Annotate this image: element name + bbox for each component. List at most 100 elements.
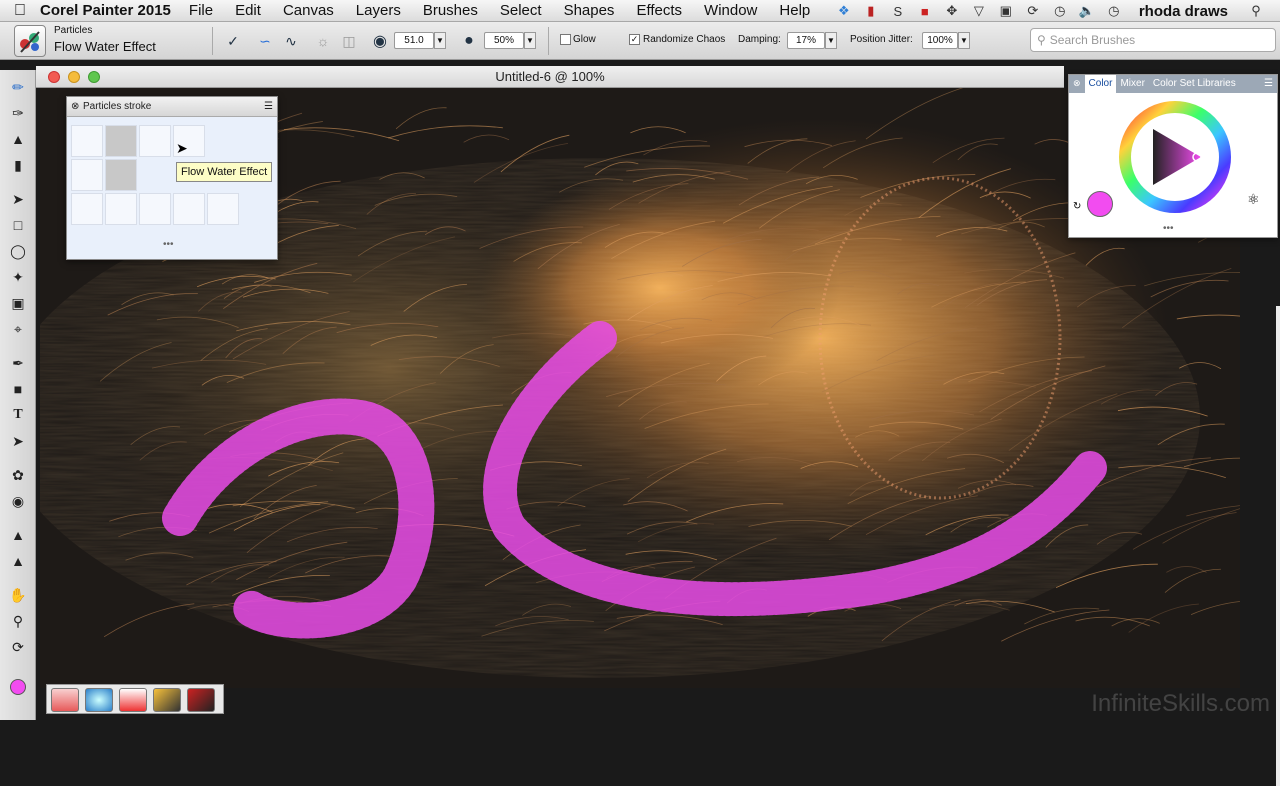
position-jitter-dropdown[interactable]: ▼	[958, 32, 970, 49]
swap-colors-icon[interactable]: ↻	[1073, 201, 1081, 212]
search-brushes-input[interactable]: ⚲ Search Brushes	[1030, 28, 1276, 52]
brush-tool-icon[interactable]: ✏	[7, 76, 29, 98]
menu-layers[interactable]: Layers	[356, 2, 401, 19]
rubber-stamp-icon[interactable]: ◉	[7, 490, 29, 512]
magic-wand-icon[interactable]: ✦	[7, 266, 29, 288]
panel-menu-icon[interactable]: ☰	[264, 97, 273, 117]
transform-icon[interactable]: ▣	[7, 292, 29, 314]
toolbox: ✏ ✑ ▲ ▮ ➤ □ ◯ ✦ ▣ ⌖ ✒ ■ T ➤ ✿ ◉ ▲ ▲ ✋ ⚲ …	[0, 70, 36, 720]
freehand-stroke-icon[interactable]: ∽	[254, 30, 276, 52]
lasso-icon[interactable]: ◯	[7, 240, 29, 262]
size-field[interactable]: 51.0	[394, 32, 434, 49]
flip-icon[interactable]: ◫	[338, 30, 360, 52]
brush-variant-cell[interactable]	[173, 193, 205, 225]
minimize-window-button[interactable]	[68, 71, 80, 83]
brush-variant-cell[interactable]	[105, 193, 137, 225]
panel-resize-handle[interactable]: •••	[1163, 223, 1174, 234]
zoom-window-button[interactable]	[88, 71, 100, 83]
flow-maps-swatch[interactable]	[85, 688, 113, 712]
opacity-field[interactable]: 50%	[484, 32, 524, 49]
mirror-painting-icon[interactable]: ▲	[7, 524, 29, 546]
color-settings-icon[interactable]: ⚛	[1247, 191, 1260, 208]
dropper-tool-icon[interactable]: ✑	[7, 102, 29, 124]
layer-adjuster-icon[interactable]: ➤	[7, 188, 29, 210]
damping-field[interactable]: 17%	[787, 32, 825, 49]
panel-resize-handle[interactable]: •••	[163, 239, 174, 250]
battery-status-icon[interactable]: ▮	[859, 3, 883, 19]
rectangle-shape-icon[interactable]: ■	[7, 378, 29, 400]
paint-bucket-icon[interactable]: ▲	[7, 128, 29, 150]
app-name-menu[interactable]: Corel Painter 2015	[40, 2, 171, 19]
straight-line-icon[interactable]: ∿	[280, 30, 302, 52]
gradient-library-swatch[interactable]	[153, 688, 181, 712]
tab-color-set-libraries[interactable]: Color Set Libraries	[1149, 75, 1240, 93]
glow-checkbox[interactable]	[560, 34, 571, 45]
brush-variant-cell[interactable]	[71, 193, 103, 225]
main-color-swatch[interactable]	[7, 676, 29, 698]
time-machine-icon[interactable]: ◷	[1048, 3, 1072, 19]
display-icon[interactable]: ▣	[994, 3, 1018, 19]
close-window-button[interactable]	[48, 71, 60, 83]
apple-icon[interactable]: 	[0, 2, 40, 20]
text-tool-icon[interactable]: T	[7, 404, 29, 426]
brush-variant-cell[interactable]	[139, 125, 171, 157]
close-panel-icon[interactable]: ⊗	[1069, 75, 1085, 93]
current-color-swatch[interactable]	[1087, 191, 1113, 217]
menu-edit[interactable]: Edit	[235, 2, 261, 19]
brush-variant-cell[interactable]	[105, 125, 137, 157]
brush-variant-cell[interactable]	[139, 193, 171, 225]
brush-variant-cell[interactable]	[105, 159, 137, 191]
canvas-right-margin	[1276, 306, 1280, 786]
dropbox-icon[interactable]: ❖	[832, 3, 856, 19]
grabber-hand-icon[interactable]: ✋	[7, 584, 29, 606]
shape-selection-icon[interactable]: ➤	[7, 430, 29, 452]
kaleidoscope-icon[interactable]: ▲	[7, 550, 29, 572]
brush-selector-icon[interactable]	[14, 25, 46, 57]
menu-shapes[interactable]: Shapes	[564, 2, 615, 19]
move-icon[interactable]: ✥	[940, 3, 964, 19]
position-jitter-field[interactable]: 100%	[922, 32, 958, 49]
menu-help[interactable]: Help	[779, 2, 810, 19]
cloner-tool-icon[interactable]: ✿	[7, 464, 29, 486]
opacity-dropdown[interactable]: ▼	[524, 32, 536, 49]
user-name-menu[interactable]: rhoda draws	[1139, 3, 1228, 20]
brush-variant-label[interactable]: Flow Water Effect	[54, 39, 156, 54]
skype-icon[interactable]: S	[886, 3, 910, 19]
brush-variant-cell[interactable]	[71, 125, 103, 157]
brush-variant-cell[interactable]	[207, 193, 239, 225]
menu-select[interactable]: Select	[500, 2, 542, 19]
magnifier-icon[interactable]: ⚲	[7, 610, 29, 632]
panel-header: ⊗ Particles stroke ☰	[67, 97, 277, 117]
panel-menu-icon[interactable]: ☰	[1260, 75, 1277, 93]
menu-window[interactable]: Window	[704, 2, 757, 19]
pen-tool-icon[interactable]: ✒	[7, 352, 29, 374]
record-icon[interactable]: ■	[913, 3, 937, 19]
menu-brushes[interactable]: Brushes	[423, 2, 478, 19]
stroke-attributes-icon[interactable]: ☼	[312, 30, 334, 52]
rectangular-selection-icon[interactable]: □	[7, 214, 29, 236]
paper-library-swatch[interactable]	[51, 688, 79, 712]
size-dropdown[interactable]: ▼	[434, 32, 446, 49]
brush-tool-icon[interactable]: ✓	[222, 30, 244, 52]
clock-icon[interactable]: ◷	[1102, 3, 1126, 19]
menu-file[interactable]: File	[189, 2, 213, 19]
tab-mixer[interactable]: Mixer	[1116, 75, 1148, 93]
tab-color[interactable]: Color	[1084, 75, 1117, 93]
volume-icon[interactable]: 🔈	[1075, 3, 1099, 19]
sync-icon[interactable]: ⟳	[1021, 3, 1045, 19]
damping-dropdown[interactable]: ▼	[825, 32, 837, 49]
menu-effects[interactable]: Effects	[636, 2, 682, 19]
weaving-library-swatch[interactable]	[187, 688, 215, 712]
crop-tool-icon[interactable]: ⌖	[7, 318, 29, 340]
pattern-library-swatch[interactable]	[119, 688, 147, 712]
eraser-tool-icon[interactable]: ▮	[7, 154, 29, 176]
wifi-icon[interactable]: ▽	[967, 3, 991, 19]
menu-canvas[interactable]: Canvas	[283, 2, 334, 19]
brush-variant-cell[interactable]	[71, 159, 103, 191]
color-wheel[interactable]	[1117, 99, 1233, 215]
randomize-chaos-checkbox[interactable]: ✓	[629, 34, 640, 45]
close-panel-icon[interactable]: ⊗	[71, 97, 79, 117]
rotate-page-icon[interactable]: ⟳	[7, 636, 29, 658]
spotlight-search-icon[interactable]: ⚲	[1244, 3, 1268, 19]
brush-category-label[interactable]: Particles	[54, 25, 92, 36]
